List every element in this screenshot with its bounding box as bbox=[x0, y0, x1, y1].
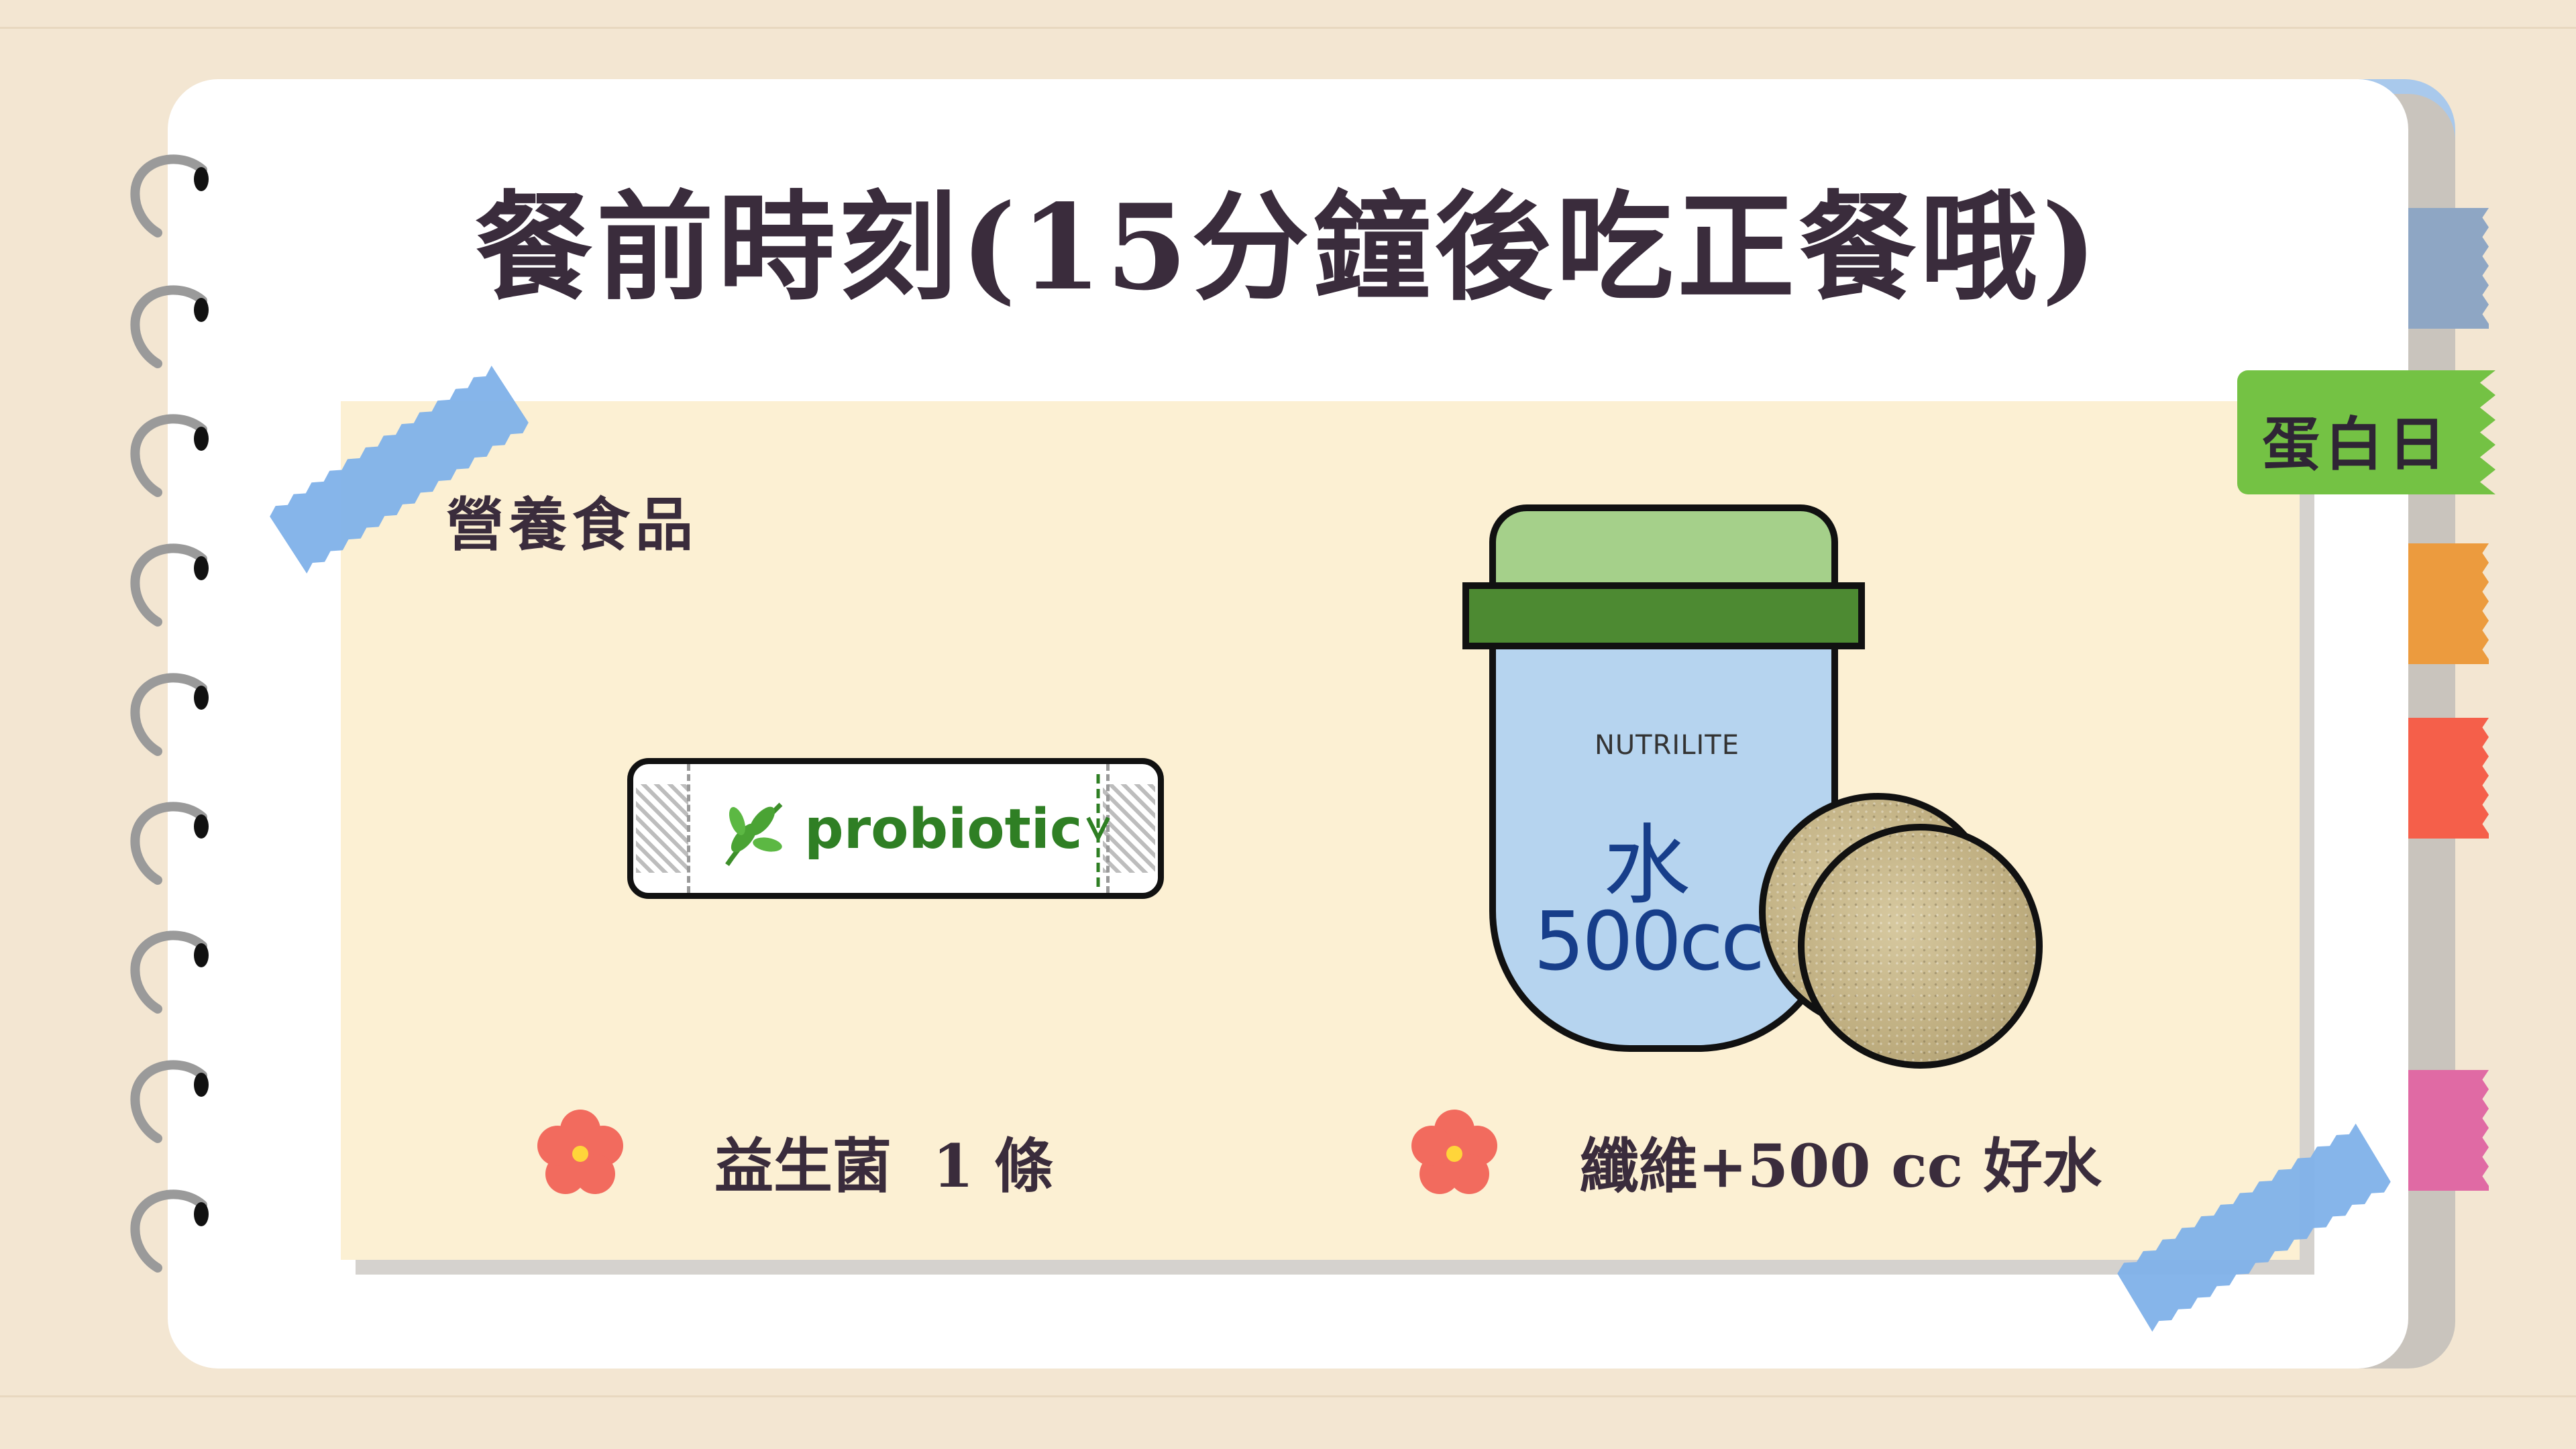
arrow-down-icon bbox=[1086, 774, 1110, 888]
spiral-ring-icon bbox=[130, 543, 209, 627]
spiral-ring-icon bbox=[130, 1189, 209, 1273]
spiral-ring-icon bbox=[130, 414, 209, 497]
divider-tab-orange[interactable] bbox=[2408, 543, 2489, 664]
page-title: 餐前時刻(15分鐘後吃正餐哦) bbox=[474, 179, 2102, 317]
item-label-probiotic: 益生菌 1 條 bbox=[714, 1131, 1054, 1201]
spiral-ring-icon bbox=[130, 1060, 209, 1143]
flower-icon bbox=[537, 1110, 623, 1194]
probiotic-label: probiotic bbox=[804, 798, 1083, 861]
fiber-tablet-front bbox=[1798, 824, 2043, 1069]
spiral-ring-icon bbox=[130, 802, 209, 885]
wood-grain bbox=[0, 1395, 2576, 1397]
probiotic-stick-image: probiotic bbox=[627, 758, 1164, 899]
divider-tab-pink[interactable] bbox=[2408, 1070, 2489, 1191]
jar-volume-label: 500cc bbox=[1534, 896, 1765, 989]
stick-dash-line bbox=[687, 764, 690, 893]
protein-day-tag-label: 蛋白日 bbox=[2262, 411, 2451, 478]
flower-icon bbox=[1411, 1110, 1497, 1194]
jar-band bbox=[1462, 582, 1865, 649]
leaf-icon bbox=[725, 802, 783, 866]
item-label-fiber: 纖維+500 cc 好水 bbox=[1580, 1131, 2102, 1201]
wood-grain bbox=[0, 27, 2576, 29]
spiral-ring-icon bbox=[130, 930, 209, 1014]
section-subheading: 營養食品 bbox=[446, 491, 698, 559]
stick-seal-left bbox=[636, 784, 688, 873]
spiral-ring-icon bbox=[130, 673, 209, 756]
divider-tab-red[interactable] bbox=[2408, 718, 2489, 839]
jar-brand-label: NUTRILITE bbox=[1594, 730, 1739, 761]
